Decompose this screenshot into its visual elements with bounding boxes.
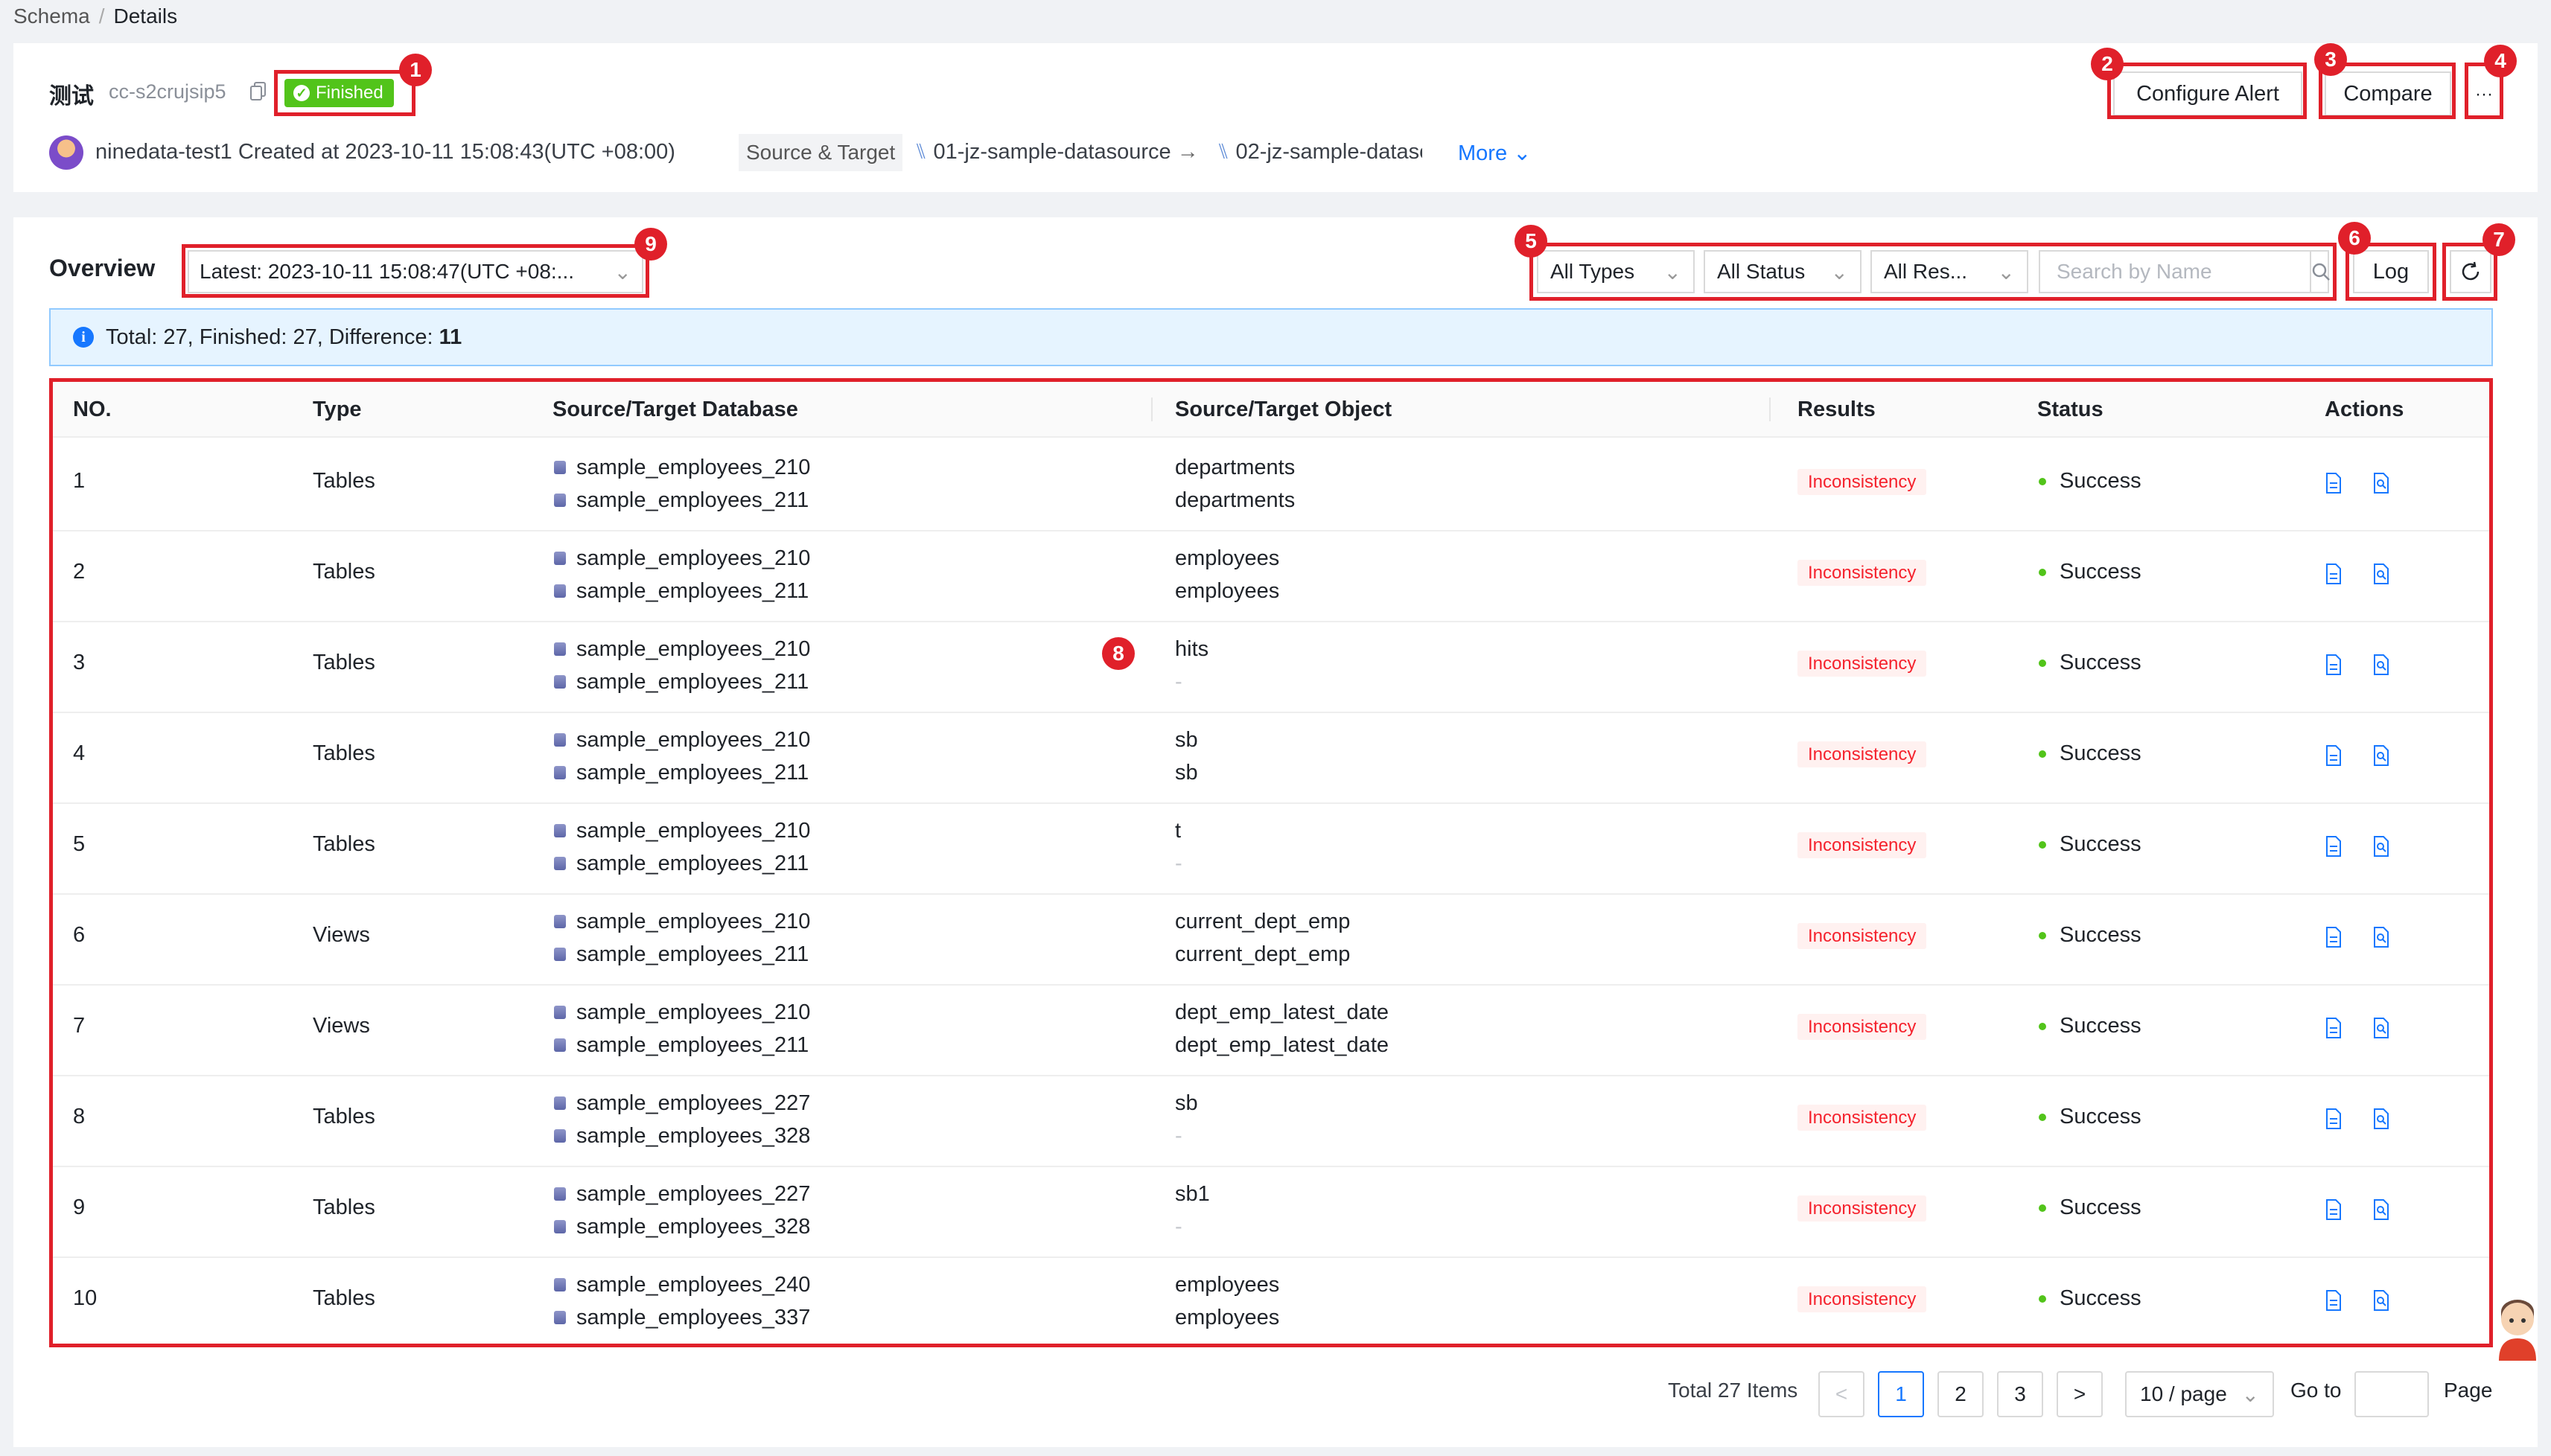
task-id: cc-s2crujsip5 [109, 80, 226, 103]
annotation-badge-5: 5 [1515, 225, 1547, 258]
page-size-select[interactable]: 10 / page ⌄ [2125, 1371, 2274, 1417]
breadcrumb-details: Details [113, 4, 178, 28]
support-assistant-icon[interactable] [2491, 1297, 2544, 1361]
annotation-badge-2: 2 [2091, 48, 2124, 80]
creator-info: ninedata-test1 Created at 2023-10-11 15:… [95, 140, 675, 164]
datasource-icon: ⑊ [1217, 140, 1230, 164]
annotation-box-9 [182, 244, 649, 298]
info-icon: i [73, 327, 94, 348]
difference-count: 11 [439, 325, 462, 349]
more-link[interactable]: More ⌄ [1458, 140, 1531, 166]
source-datasource[interactable]: ⑊ 01-jz-sample-datasource → [914, 140, 1199, 165]
annotation-badge-4: 4 [2484, 45, 2517, 77]
target-datasource-name: 02-jz-sample-datasource [1235, 140, 1422, 164]
goto-label: Go to [2290, 1379, 2342, 1402]
summary-info-bar: i Total: 27, Finished: 27, Difference: 1… [49, 308, 2493, 366]
next-page-button[interactable]: > [2057, 1371, 2103, 1417]
arrow-right-icon: → [1176, 140, 1199, 164]
source-target-tag: Source & Target [739, 134, 903, 171]
annotation-box-5 [1529, 243, 2337, 301]
annotation-box-8 [49, 378, 2493, 1347]
overview-heading: Overview [49, 255, 156, 281]
prev-page-button[interactable]: < [1818, 1371, 1864, 1417]
source-datasource-name: 01-jz-sample-datasource [933, 140, 1171, 164]
goto-page-input[interactable] [2354, 1371, 2429, 1417]
page-2-button[interactable]: 2 [1937, 1371, 1984, 1417]
annotation-box-1 [274, 70, 415, 116]
annotation-box-2 [2107, 63, 2307, 119]
annotation-badge-1: 1 [399, 54, 432, 86]
chevron-down-icon: ⌄ [2241, 1382, 2259, 1406]
page-size-value: 10 / page [2140, 1382, 2227, 1405]
pagination-total: Total 27 Items [1668, 1379, 1798, 1402]
page-1-button[interactable]: 1 [1878, 1371, 1924, 1417]
more-label: More [1458, 141, 1508, 165]
breadcrumb: Schema / Details [13, 4, 178, 28]
annotation-badge-6: 6 [2338, 222, 2371, 255]
copy-icon[interactable] [250, 82, 267, 101]
annotation-badge-3: 3 [2314, 43, 2347, 76]
target-datasource[interactable]: ⑊ 02-jz-sample-datasource [1217, 140, 1422, 165]
breadcrumb-schema[interactable]: Schema [13, 4, 90, 28]
summary-text: Total: 27, Finished: 27, Difference: [106, 325, 433, 349]
annotation-badge-8: 8 [1102, 637, 1135, 670]
annotation-badge-9: 9 [634, 228, 667, 261]
page-label: Page [2444, 1379, 2493, 1402]
datasource-icon: ⑊ [914, 140, 928, 164]
page-title: 测试 [49, 84, 94, 109]
page-3-button[interactable]: 3 [1997, 1371, 2043, 1417]
chevron-down-icon: ⌄ [1513, 141, 1532, 165]
avatar [49, 135, 83, 170]
annotation-badge-7: 7 [2482, 223, 2515, 256]
